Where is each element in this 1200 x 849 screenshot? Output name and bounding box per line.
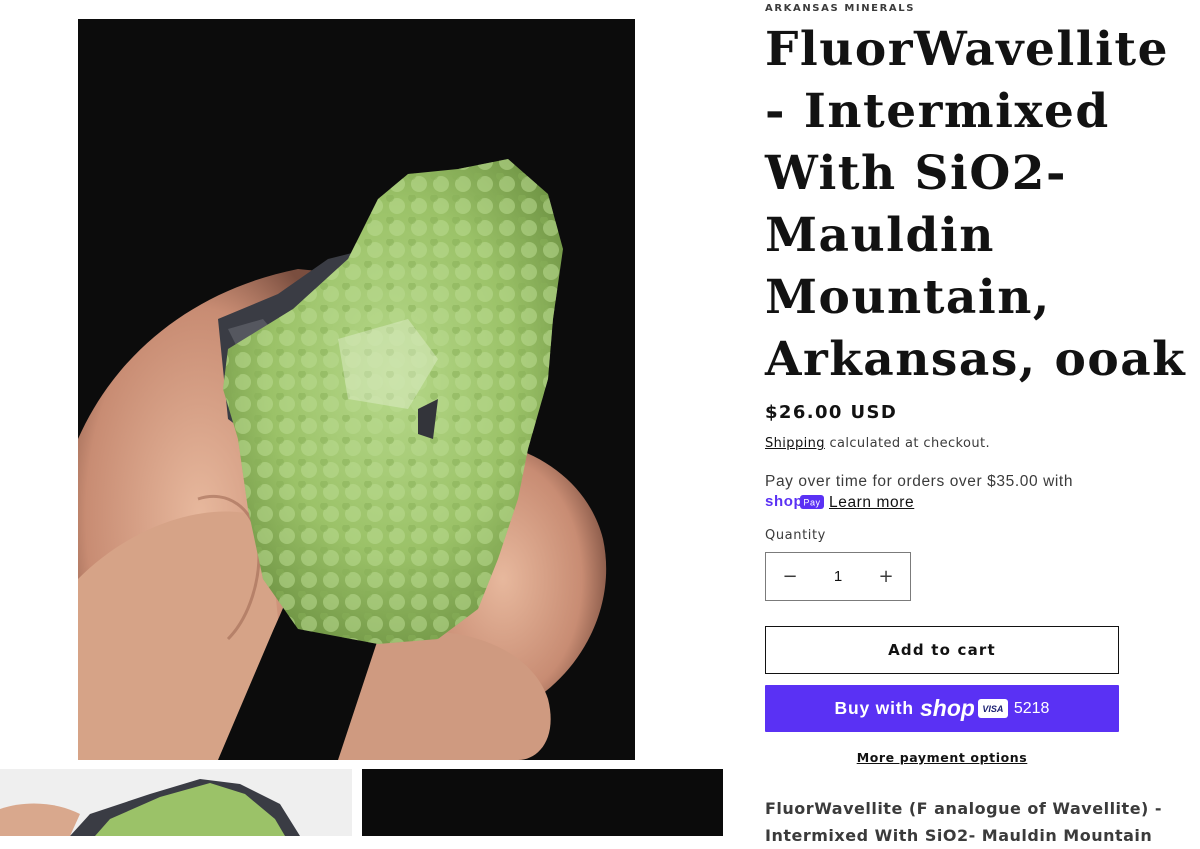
decrease-quantity-button[interactable]: − [766, 553, 814, 600]
product-main-image[interactable] [78, 19, 635, 760]
shipping-note: Shipping calculated at checkout. [765, 436, 990, 451]
learn-more-link[interactable]: Learn more [829, 494, 914, 511]
more-payment-options-link[interactable]: More payment options [765, 750, 1119, 765]
shipping-note-text: calculated at checkout. [824, 436, 991, 451]
shop-pay-badge-text: Pay [803, 498, 820, 508]
product-vendor: ARKANSAS MINERALS [765, 3, 916, 14]
installments-banner: Pay over time for orders over $35.00 wit… [765, 471, 1095, 513]
buy-with-label: Buy with [834, 698, 914, 718]
card-last-four: 5218 [1013, 699, 1050, 717]
shop-pay-logo-icon: shop Pay [765, 493, 825, 510]
quantity-label: Quantity [765, 528, 826, 543]
product-price: $26.00 USD [765, 402, 898, 423]
add-to-cart-button[interactable]: Add to cart [765, 626, 1119, 674]
installments-text: Pay over time for orders over $35.00 wit… [765, 473, 1074, 490]
increase-quantity-button[interactable]: + [862, 553, 910, 600]
product-thumbnail[interactable] [0, 769, 352, 836]
buy-with-shop-button[interactable]: Buy with shop VISA 5218 [765, 685, 1119, 732]
product-description: FluorWavellite (F analogue of Wavellite)… [765, 799, 1163, 845]
visa-card-icon: VISA [977, 699, 1008, 718]
shipping-link[interactable]: Shipping [765, 436, 825, 451]
plus-icon: + [878, 566, 894, 587]
quantity-stepper: − 1 + [765, 552, 911, 601]
minus-icon: − [782, 566, 798, 587]
product-thumbnail[interactable] [362, 769, 723, 836]
shop-logo-icon: shop [920, 697, 974, 721]
product-title: FluorWavellite - Intermixed With SiO2- M… [765, 22, 1187, 387]
shop-pay-logo-text: shop [765, 493, 803, 510]
shop-logo-text: shop [920, 697, 974, 721]
quantity-input[interactable]: 1 [814, 568, 862, 585]
